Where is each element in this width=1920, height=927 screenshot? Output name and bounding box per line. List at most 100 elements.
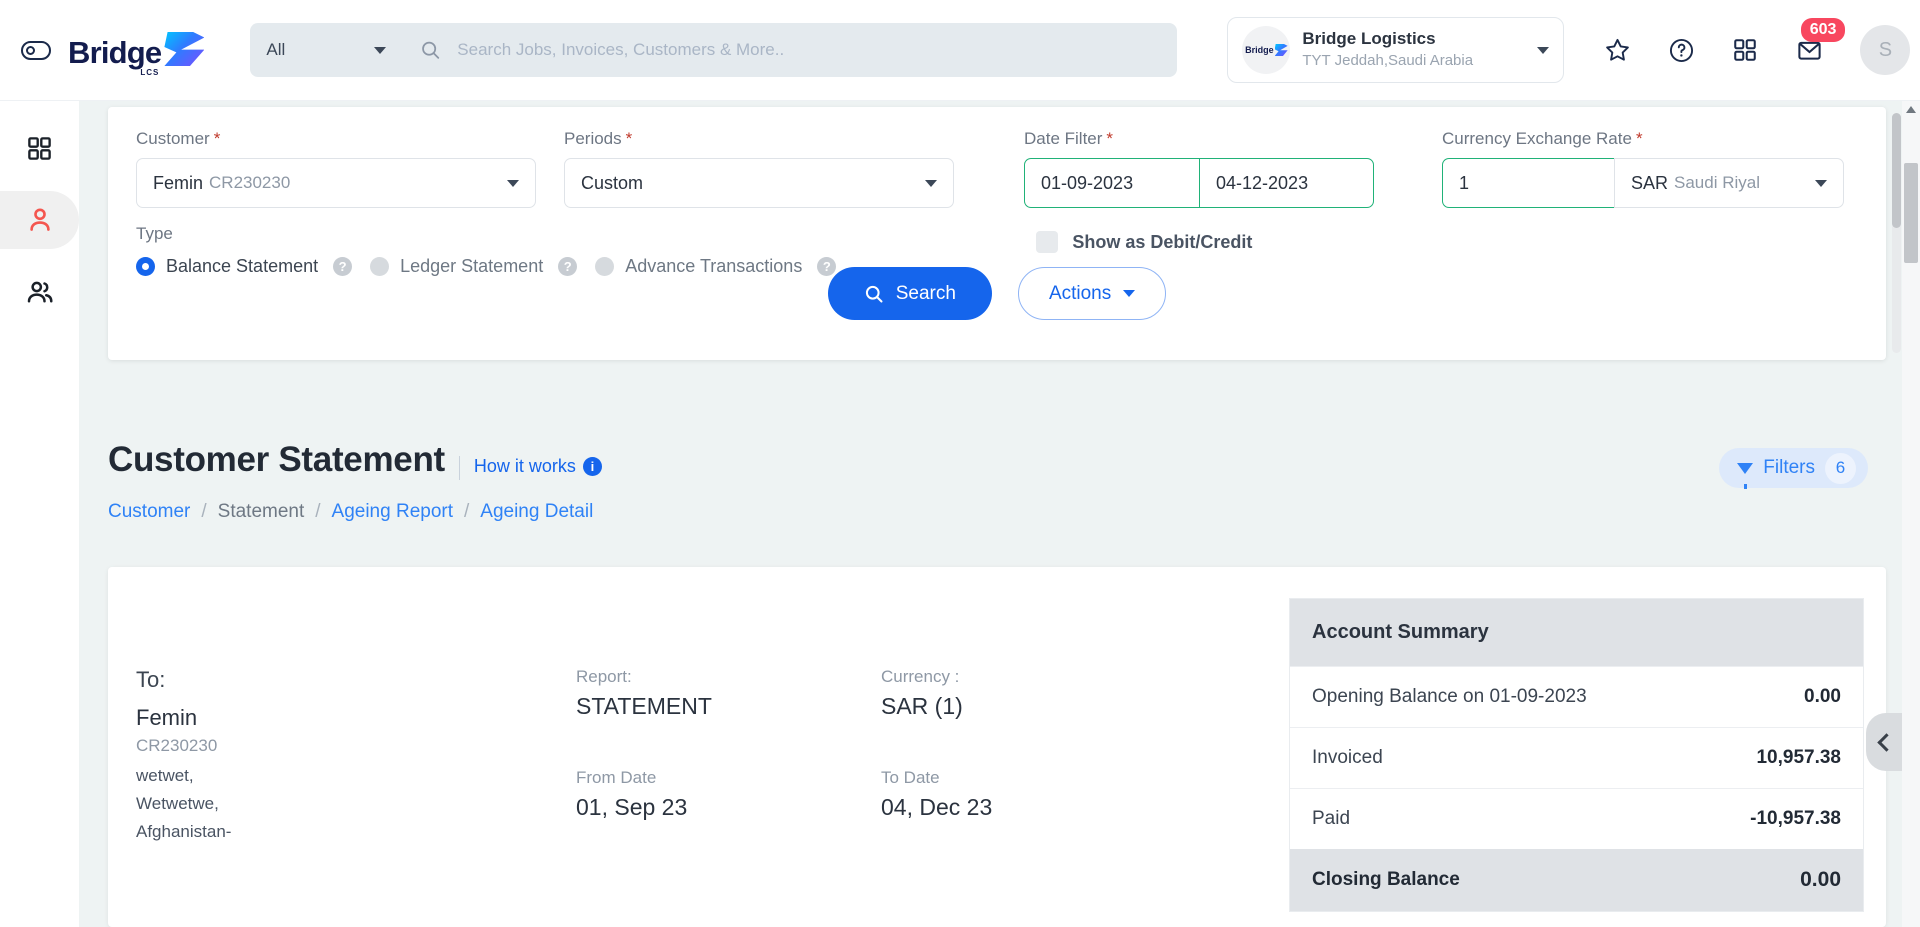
recipient-name: Femin [136,705,198,730]
search-input[interactable] [457,40,1160,60]
organization-avatar-mark-icon [1274,44,1288,56]
recipient-code: CR230230 [136,736,218,755]
filters-count-badge: 6 [1825,452,1856,484]
apps-grid-button[interactable] [1728,33,1762,67]
breadcrumb-separator: / [315,501,321,522]
filter-action-buttons: Search Actions [108,267,1886,320]
page-header: Customer Statement How it works i Custom… [108,440,602,523]
required-marker: * [625,129,633,148]
search-button-label: Search [895,282,956,304]
page-scrollbar[interactable] [1902,101,1920,927]
left-icon-rail [0,101,79,927]
chevron-down-icon [507,179,519,187]
statement-details: To: Femin CR230230 wetwet, Wetwetwe, Afg… [108,567,1289,927]
help-circle-icon [1669,38,1693,62]
customer-value: Femin [153,172,204,193]
chevron-down-icon [925,179,937,187]
brand-logo[interactable]: Bridge LCS [68,32,205,77]
debit-credit-checkbox[interactable] [1036,231,1059,253]
scroll-up-arrow-icon[interactable] [1906,106,1916,113]
filters-toggle-button[interactable]: Filters 6 [1719,448,1868,489]
global-search-box[interactable] [402,23,1178,77]
help-button[interactable] [1664,33,1698,67]
organization-avatar-text: Bridge [1245,45,1274,55]
actions-button[interactable]: Actions [1017,267,1167,320]
search-icon [422,41,440,59]
summary-label: Paid [1312,808,1351,829]
filter-funnel-icon [1737,462,1754,489]
search-scope-dropdown[interactable]: All [250,23,403,77]
summary-value: -10,957.38 [1750,808,1841,829]
debit-credit-option[interactable]: Show as Debit/Credit [1036,231,1252,253]
currency-name: Saudi Riyal [1674,173,1761,192]
chevron-down-icon [1123,290,1136,297]
rail-item-customer[interactable] [0,191,79,249]
rail-item-dashboard[interactable] [0,119,79,177]
address-line: Afghanistan- [136,822,232,842]
how-it-works-label: How it works [473,456,576,476]
organization-selector[interactable]: Bridge Bridge Logistics TYT Jeddah,Saudi… [1227,17,1565,83]
customer-field: Customer * Femin CR230230 [136,129,536,208]
toggle-pill [21,40,51,60]
how-it-works-link[interactable]: How it works i [458,456,602,480]
sidebar-toggle-icon[interactable] [14,28,58,72]
date-from-input[interactable]: 01-09-2023 [1024,158,1199,208]
filter-panel-scrollbar[interactable] [1892,113,1901,353]
breadcrumb-item-ageing-report[interactable]: Ageing Report [332,501,453,523]
notifications-button[interactable]: 603 [1792,18,1846,67]
to-date-value: 04, Dec 23 [881,794,993,820]
currency-exchange-rate-label: Currency Exchange Rate * [1442,129,1643,148]
scrollbar-thumb[interactable] [1892,113,1901,228]
top-icon-group: 603 [1600,18,1846,67]
required-marker: * [213,129,221,148]
organization-location: TYT Jeddah,Saudi Arabia [1302,52,1474,70]
rail-item-contacts[interactable] [0,263,79,321]
star-icon [1606,38,1629,61]
periods-field: Periods * Custom [564,129,954,208]
people-icon [27,281,52,303]
summary-row-invoiced: Invoiced 10,957.38 [1290,727,1863,788]
chevron-down-icon [374,46,387,54]
breadcrumb-separator: / [464,501,470,522]
periods-value: Custom [581,172,644,193]
brand-mark-icon [164,32,205,66]
recipient-block: To: Femin CR230230 wetwet, Wetwetwe, Afg… [136,667,576,927]
type-label: Type [136,224,173,243]
scrollbar-thumb[interactable] [1904,163,1918,263]
search-button[interactable]: Search [827,267,992,320]
customer-select[interactable]: Femin CR230230 [136,158,536,208]
exchange-rate-input[interactable]: 1 [1442,158,1614,208]
brand-subtitle: LCS [140,68,160,77]
user-avatar[interactable]: S [1860,25,1911,75]
report-meta-column: Report: STATEMENT From Date 01, Sep 23 [576,667,881,927]
customer-label: Customer * [136,129,221,148]
date-filter-field: Date Filter * 01-09-2023 04-12-2023 [1024,129,1414,208]
page-title: Customer Statement [108,440,445,479]
organization-info: Bridge Logistics TYT Jeddah,Saudi Arabia [1302,28,1473,71]
favorites-button[interactable] [1600,33,1634,67]
panel-collapse-button[interactable] [1866,713,1902,771]
from-date-value: 01, Sep 23 [576,794,688,820]
summary-label: Closing Balance [1312,869,1460,890]
person-icon [29,208,50,231]
periods-select[interactable]: Custom [564,158,954,208]
chevron-down-icon [1537,46,1550,54]
debit-credit-label: Show as Debit/Credit [1072,231,1253,252]
filters-label: Filters [1763,457,1815,478]
currency-value: SAR (1) [881,693,963,719]
statement-filter-panel: Customer * Femin CR230230 Periods * Custom… [108,107,1886,360]
from-date-label: From Date [576,768,657,787]
currency-select[interactable]: SAR Saudi Riyal [1614,158,1844,208]
breadcrumb-item-customer[interactable]: Customer [108,501,190,523]
customer-code: CR230230 [209,173,291,192]
exchange-rate-row: 1 SAR Saudi Riyal [1442,158,1844,208]
toggle-knob [26,45,35,55]
date-to-input[interactable]: 04-12-2023 [1199,158,1374,208]
breadcrumb-item-ageing-detail[interactable]: Ageing Detail [480,501,593,523]
required-marker: * [1635,129,1643,148]
page-title-row: Customer Statement How it works i [108,440,602,480]
summary-row-opening-balance: Opening Balance on 01-09-2023 0.00 [1290,666,1863,727]
address-line: wetwet, [136,766,194,785]
to-date-label: To Date [881,768,940,787]
summary-label: Opening Balance on 01-09-2023 [1312,686,1587,707]
